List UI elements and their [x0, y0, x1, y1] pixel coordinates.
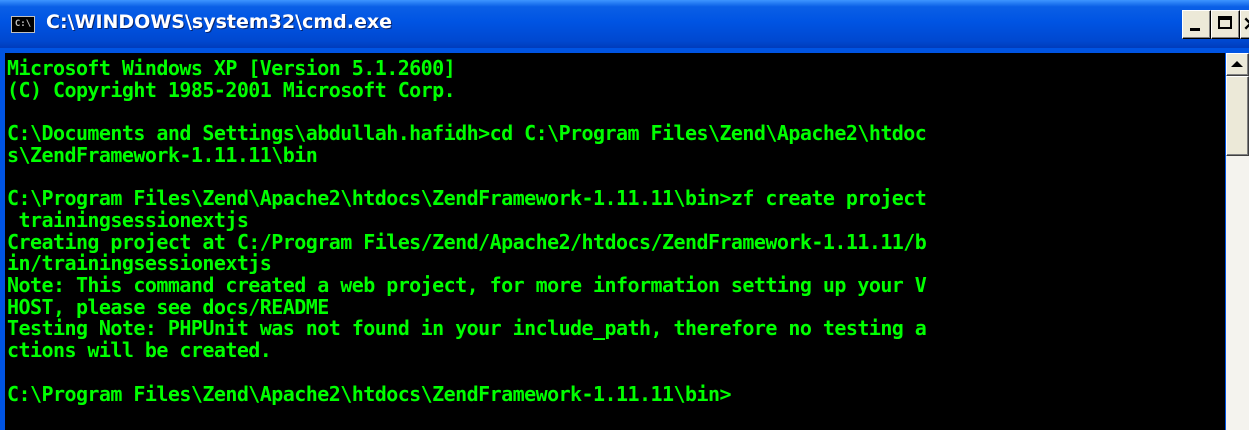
console-line: (C) Copyright 1985-2001 Microsoft Corp.	[7, 77, 456, 102]
console-line: C:\Documents and Settings\abdullah.hafid…	[7, 121, 927, 146]
console-line: in/trainingsessionextjs	[7, 251, 272, 276]
close-button[interactable]: ×	[1240, 10, 1249, 39]
console-line: Creating project at C:/Program Files/Zen…	[7, 229, 927, 254]
maximize-button[interactable]	[1211, 10, 1240, 39]
scroll-thumb[interactable]	[1226, 76, 1249, 156]
console-line: trainingsessionextjs	[7, 207, 249, 232]
console-output[interactable]: Microsoft Windows XP [Version 5.1.2600](…	[5, 53, 1225, 430]
window-title: C:\WINDOWS\system32\cmd.exe	[46, 11, 392, 33]
maximize-icon	[1218, 16, 1232, 29]
title-bar[interactable]: C:\ C:\WINDOWS\system32\cmd.exe ×	[0, 0, 1249, 48]
console-line: HOST, please see docs/README	[7, 294, 329, 319]
console-line: Note: This command created a web project…	[7, 273, 927, 298]
console-line: ctions will be created.	[7, 338, 272, 363]
close-icon: ×	[1242, 13, 1249, 33]
console-line: s\ZendFramework-1.11.11\bin	[7, 142, 318, 167]
console-line: C:\Program Files\Zend\Apache2\htdocs\Zen…	[7, 381, 731, 406]
console-line: Testing Note: PHPUnit was not found in y…	[7, 316, 927, 341]
minimize-button[interactable]	[1182, 10, 1211, 39]
console-line: C:\Program Files\Zend\Apache2\htdocs\Zen…	[7, 186, 927, 211]
minimize-icon	[1190, 28, 1200, 31]
console-text: Microsoft Windows XP [Version 5.1.2600](…	[7, 56, 927, 406]
cmd-window: C:\ C:\WINDOWS\system32\cmd.exe × Micros…	[0, 0, 1249, 430]
console-line: Microsoft Windows XP [Version 5.1.2600]	[7, 56, 456, 80]
scroll-up-button[interactable]	[1226, 53, 1249, 76]
arrow-up-icon	[1231, 61, 1243, 67]
console-app-icon[interactable]: C:\	[11, 16, 35, 33]
vertical-scrollbar[interactable]	[1226, 53, 1249, 430]
